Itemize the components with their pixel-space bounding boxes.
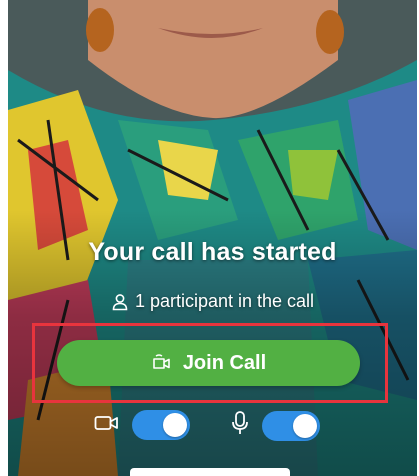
join-call-button[interactable]: Join Call xyxy=(57,340,360,386)
screen-edge xyxy=(0,0,8,476)
video-call-icon xyxy=(151,353,173,373)
video-toggle-knob xyxy=(163,413,187,437)
video-toggle-group xyxy=(94,410,190,440)
participant-count-label: 1 participant in the call xyxy=(134,291,315,311)
call-status-title: Your call has started xyxy=(88,238,337,266)
microphone-toggle-group xyxy=(230,410,320,441)
video-camera-icon xyxy=(94,413,120,438)
participant-count: 1 participant in the call xyxy=(8,291,417,312)
join-call-label: Join Call xyxy=(182,351,267,374)
call-lobby-screen: Your call has started 1 participant in t… xyxy=(0,0,419,476)
person-icon xyxy=(111,293,129,311)
microphone-toggle[interactable] xyxy=(262,410,320,441)
video-toggle[interactable] xyxy=(132,410,190,440)
bottom-bar xyxy=(130,468,290,476)
microphone-icon xyxy=(230,410,250,441)
microphone-toggle-knob xyxy=(293,413,317,438)
